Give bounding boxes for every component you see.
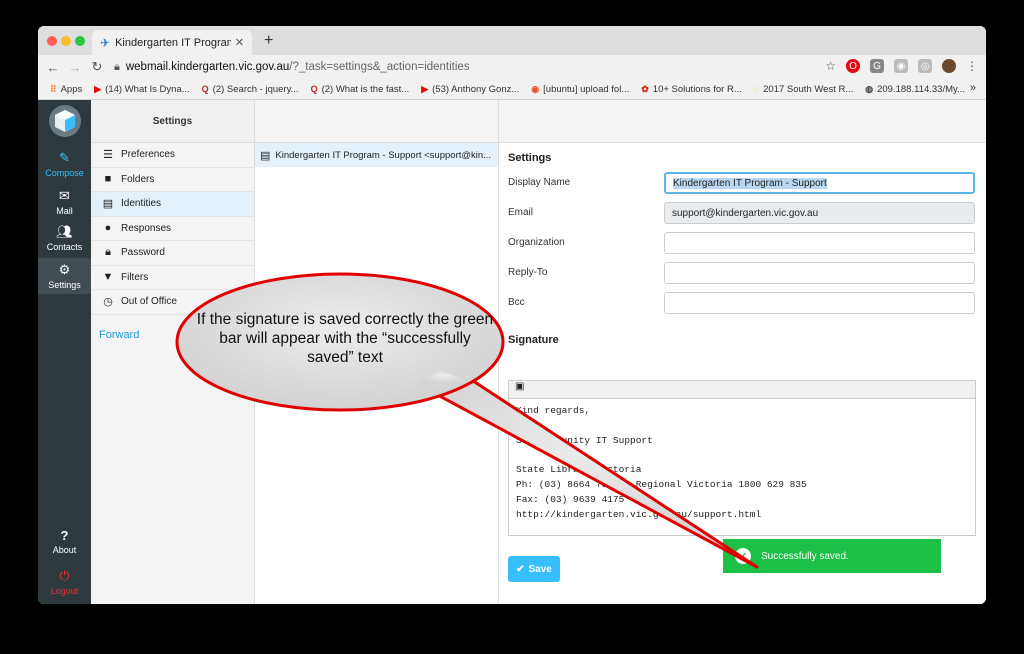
browser-toolbar: ← → ↻ 🔒︎ webmail.kindergarten.vic.gov.au… [38, 55, 986, 79]
image-icon[interactable]: ▣ [515, 381, 524, 392]
form-header [499, 100, 986, 143]
id-card-icon: ▤ [102, 198, 114, 211]
logout-button[interactable]: ⏻ Logout [38, 568, 91, 596]
quora-icon: Q [310, 84, 318, 94]
bcc-field[interactable] [664, 292, 975, 314]
organization-label: Organization [508, 237, 565, 248]
reload-icon[interactable]: ↻ [86, 59, 108, 75]
minimize-window-button[interactable] [61, 36, 71, 46]
settings-button[interactable]: ⚙ Settings [38, 258, 91, 294]
quora-icon: Q [201, 84, 209, 94]
browser-tab[interactable]: ✈ Kindergarten IT Program Webma ✕ [92, 30, 252, 55]
close-window-button[interactable] [47, 36, 57, 46]
check-icon: ✔ [516, 563, 525, 575]
bookmark-item[interactable]: Q (2) What is the fast... [311, 84, 410, 95]
about-button[interactable]: ? About [38, 528, 91, 555]
forward-arrow-icon[interactable]: → [64, 60, 86, 75]
signature-section-title: Signature [508, 334, 559, 346]
youtube-icon: ▶ [421, 83, 429, 94]
lock-icon: 🔒︎ [105, 246, 111, 259]
sidebar-item-password[interactable]: 🔒︎ Password [91, 241, 254, 266]
bookmark-star-icon[interactable]: ☆ [825, 59, 836, 73]
bookmarks-bar: ⠿ Apps ▶ (14) What Is Dyna... Q (2) Search … [38, 79, 986, 100]
opera-extension-icon[interactable]: O [846, 59, 860, 73]
webmail-app: ✎ Compose ✉ Mail 👥︎ Contacts ⚙ Settings … [38, 100, 986, 604]
browser-menu-icon[interactable]: ⋮ [966, 59, 978, 73]
id-card-icon: ▤ [260, 149, 271, 162]
address-bar[interactable]: 🔒︎ webmail.kindergarten.vic.gov.au/?_tas… [114, 61, 470, 74]
sidebar-item-responses[interactable]: ● Responses [91, 217, 254, 241]
bookmark-item[interactable]: ◍ 209.188.114.33/My... [865, 84, 965, 95]
eye-extension-icon[interactable]: ◎ [918, 59, 932, 73]
bookmark-item[interactable]: ✿ 10+ Solutions for R... [641, 84, 742, 95]
settings-section-title: Settings [508, 152, 552, 164]
gear-icon: ⚙ [58, 262, 71, 277]
identity-item[interactable]: ▤ Kindergarten IT Program - Support <sup… [255, 143, 498, 167]
bookmark-item[interactable]: ▶ (14) What Is Dyna... [94, 84, 189, 95]
roundcube-favicon-icon: ✈ [100, 35, 111, 50]
bookmark-item[interactable]: ▶ (53) Anthony Gonz... [421, 84, 519, 95]
browser-window: ✈ Kindergarten IT Program Webma ✕ + ← → … [38, 26, 986, 604]
sidebar-item-identities[interactable]: ▤ Identities [91, 192, 254, 217]
close-tab-icon[interactable]: ✕ [235, 36, 244, 49]
signature-toolbar: ▣ [508, 380, 976, 398]
profile-avatar-icon[interactable] [942, 59, 956, 73]
compose-icon: ✎ [59, 150, 70, 165]
sliders-icon: ☰ [103, 149, 113, 162]
comment-icon: ● [104, 222, 112, 235]
back-arrow-icon[interactable]: ← [42, 60, 64, 75]
grammarly-extension-icon[interactable]: G [870, 59, 884, 73]
bookmark-item[interactable]: ◌ 2017 South West R... [754, 84, 853, 95]
identities-header [255, 100, 498, 143]
email-label: Email [508, 207, 534, 218]
bookmark-item[interactable]: Q (2) Search - jquery... [202, 84, 299, 95]
check-circle-icon: ✓ [735, 548, 751, 564]
loader-icon: ◌ [753, 84, 760, 94]
organization-field[interactable] [664, 232, 975, 254]
bookmark-item[interactable]: ◉ [ubuntu] upload fol... [531, 84, 629, 95]
main-rail: ✎ Compose ✉ Mail 👥︎ Contacts ⚙ Settings … [38, 100, 91, 604]
email-field[interactable]: support@kindergarten.vic.gov.au [664, 202, 975, 224]
sidebar-item-folders[interactable]: ■ Folders [91, 168, 254, 192]
url-path: /?_task=settings&_action=identities [289, 61, 470, 73]
folder-icon: ■ [104, 173, 112, 186]
ubuntu-icon: ◉ [531, 83, 540, 94]
users-icon: 👥︎ [56, 224, 73, 239]
youtube-icon: ▶ [94, 83, 102, 94]
envelope-icon: ✉ [59, 188, 70, 203]
callout-text: If the signature is saved correctly the … [196, 311, 494, 366]
filter-icon: ▼ [102, 271, 114, 284]
compose-button[interactable]: ✎ Compose [38, 150, 91, 178]
display-name-field[interactable]: Kindergarten IT Program - Support [664, 172, 975, 194]
bcc-label: Bcc [508, 297, 525, 308]
success-toast: ✓ Successfully saved. [723, 539, 941, 573]
settings-header: Settings [91, 100, 254, 143]
reply-to-label: Reply-To [508, 267, 548, 278]
new-tab-button[interactable]: + [264, 32, 273, 50]
tab-bar: ✈ Kindergarten IT Program Webma ✕ + [38, 26, 986, 55]
contacts-button[interactable]: 👥︎ Contacts [38, 224, 91, 252]
more-bookmarks-icon[interactable]: » [970, 82, 976, 94]
sidebar-item-filters[interactable]: ▼ Filters [91, 266, 254, 290]
identity-form: Settings Display Name Kindergarten IT Pr… [499, 100, 986, 604]
huawei-icon: ✿ [641, 83, 649, 94]
display-name-label: Display Name [508, 177, 571, 188]
camera-extension-icon[interactable]: ◉ [894, 59, 908, 73]
apps-grid-icon: ⠿ [50, 83, 57, 94]
question-icon: ? [60, 528, 69, 543]
reply-to-field[interactable] [664, 262, 975, 284]
tab-title: Kindergarten IT Program Webma [115, 36, 231, 49]
url-host: webmail.kindergarten.vic.gov.au [125, 61, 290, 73]
globe-icon: ◍ [865, 83, 874, 94]
clock-icon: ◷ [103, 296, 113, 309]
maximize-window-button[interactable] [75, 36, 85, 46]
signature-textarea[interactable]: Kind regards, SLV Community IT Support S… [508, 398, 976, 536]
lock-icon: 🔒︎ [114, 60, 120, 73]
mail-button[interactable]: ✉ Mail [38, 188, 91, 216]
bookmark-item[interactable]: ⠿ Apps [50, 84, 82, 95]
sidebar-item-preferences[interactable]: ☰ Preferences [91, 143, 254, 168]
roundcube-logo-icon [49, 105, 81, 137]
power-icon: ⏻ [59, 568, 70, 583]
save-button[interactable]: ✔ Save [508, 556, 560, 582]
